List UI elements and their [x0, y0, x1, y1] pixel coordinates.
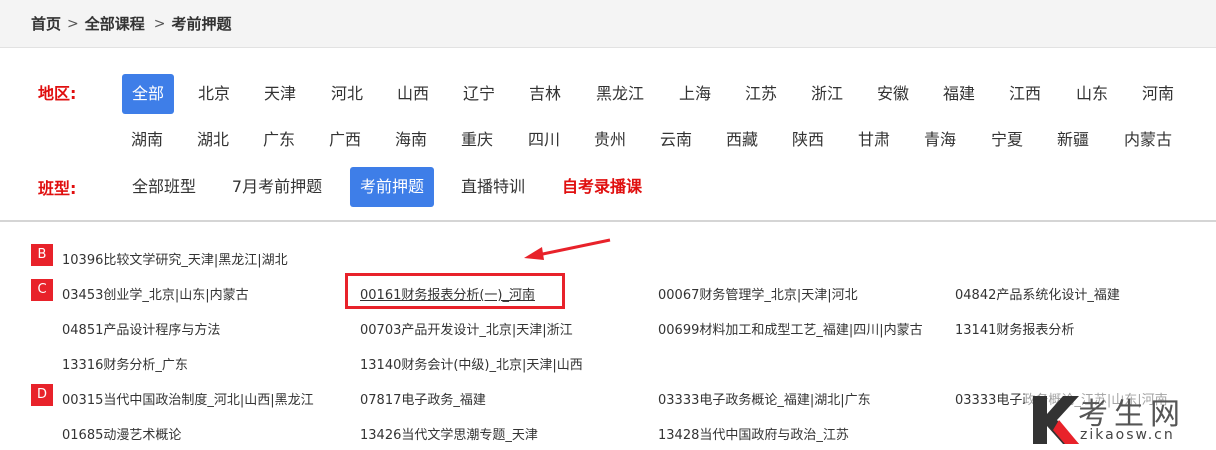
- region-option[interactable]: 安徽: [867, 74, 919, 114]
- region-option[interactable]: 西藏: [716, 120, 768, 160]
- region-option[interactable]: 江苏: [735, 74, 787, 114]
- region-option[interactable]: 陕西: [782, 120, 834, 160]
- region-option[interactable]: 海南: [385, 120, 437, 160]
- region-option[interactable]: 宁夏: [981, 120, 1033, 160]
- region-option[interactable]: 青海: [914, 120, 966, 160]
- course-link[interactable]: 13428当代中国政府与政治_江苏: [658, 424, 849, 443]
- course-link[interactable]: 00315当代中国政治制度_河北|山西|黑龙江: [62, 389, 314, 408]
- region-option[interactable]: 山东: [1066, 74, 1118, 114]
- course-link[interactable]: 00067财务管理学_北京|天津|河北: [658, 284, 858, 303]
- breadcrumb-home[interactable]: 首页: [31, 13, 61, 34]
- region-option[interactable]: 江西: [999, 74, 1051, 114]
- class-type-option-selected[interactable]: 考前押题: [349, 167, 435, 207]
- region-option[interactable]: 贵州: [584, 120, 636, 160]
- course-link[interactable]: 04851产品设计程序与方法: [62, 319, 220, 338]
- group-letter-badge: C: [31, 279, 53, 301]
- region-option[interactable]: 辽宁: [453, 74, 505, 114]
- region-option[interactable]: 湖北: [187, 120, 239, 160]
- breadcrumb-all-courses[interactable]: 全部课程: [85, 13, 145, 34]
- region-option[interactable]: 河南: [1132, 74, 1184, 114]
- section-divider: [0, 220, 1216, 222]
- course-link[interactable]: 10396比较文学研究_天津|黑龙江|湖北: [62, 249, 288, 268]
- region-option[interactable]: 福建: [933, 74, 985, 114]
- region-option[interactable]: 河北: [321, 74, 373, 114]
- course-link[interactable]: 01685动漫艺术概论: [62, 424, 181, 443]
- region-option[interactable]: 上海: [669, 74, 721, 114]
- region-option[interactable]: 广东: [253, 120, 305, 160]
- watermark-url: zikaosw.cn: [1080, 427, 1175, 443]
- region-option[interactable]: 山西: [387, 74, 439, 114]
- course-link[interactable]: 13426当代文学思潮专题_天津: [360, 424, 538, 443]
- class-type-option[interactable]: 7月考前押题: [222, 167, 332, 207]
- breadcrumb-current: 考前押题: [171, 15, 232, 33]
- region-option[interactable]: 北京: [188, 74, 240, 114]
- course-link[interactable]: 07817电子政务_福建: [360, 389, 486, 408]
- region-option[interactable]: 天津: [254, 74, 306, 114]
- course-link[interactable]: 00703产品开发设计_北京|天津|浙江: [360, 319, 573, 338]
- highlight-box: [345, 273, 565, 309]
- arrow-icon: [524, 238, 611, 260]
- class-type-option[interactable]: 直播特训: [451, 167, 535, 207]
- course-link[interactable]: 03333电子政务概论_福建|湖北|广东: [658, 389, 871, 408]
- region-option[interactable]: 黑龙江: [586, 74, 654, 114]
- group-letter-badge: D: [31, 384, 53, 406]
- course-link[interactable]: 13316财务分析_广东: [62, 354, 188, 373]
- breadcrumb-separator: >: [67, 15, 79, 32]
- region-option[interactable]: 广西: [319, 120, 371, 160]
- region-option[interactable]: 云南: [650, 120, 702, 160]
- class-type-option-recorded[interactable]: 自考录播课: [552, 167, 652, 207]
- region-option[interactable]: 重庆: [451, 120, 503, 160]
- group-letter-badge: B: [31, 244, 53, 266]
- region-option[interactable]: 浙江: [801, 74, 853, 114]
- region-option[interactable]: 新疆: [1047, 120, 1099, 160]
- region-label: 地区:: [38, 84, 77, 103]
- course-link[interactable]: 04842产品系统化设计_福建: [955, 284, 1120, 303]
- region-option[interactable]: 湖南: [121, 120, 173, 160]
- region-option[interactable]: 四川: [518, 120, 570, 160]
- class-type-label: 班型:: [38, 179, 77, 198]
- course-link[interactable]: 13141财务报表分析: [955, 319, 1074, 338]
- region-option[interactable]: 内蒙古: [1114, 120, 1182, 160]
- breadcrumb: 首页 > 全部课程 > 考前押题: [0, 0, 1216, 48]
- breadcrumb-separator: >: [153, 15, 166, 32]
- course-link[interactable]: 03453创业学_北京|山东|内蒙古: [62, 284, 249, 303]
- course-link[interactable]: 00699材料加工和成型工艺_福建|四川|内蒙古: [658, 319, 923, 338]
- course-link[interactable]: 13140财务会计(中级)_北京|天津|山西: [360, 354, 583, 373]
- region-option[interactable]: 吉林: [519, 74, 571, 114]
- class-type-option[interactable]: 全部班型: [122, 167, 206, 207]
- region-option[interactable]: 甘肃: [848, 120, 900, 160]
- region-option-all[interactable]: 全部: [121, 74, 175, 114]
